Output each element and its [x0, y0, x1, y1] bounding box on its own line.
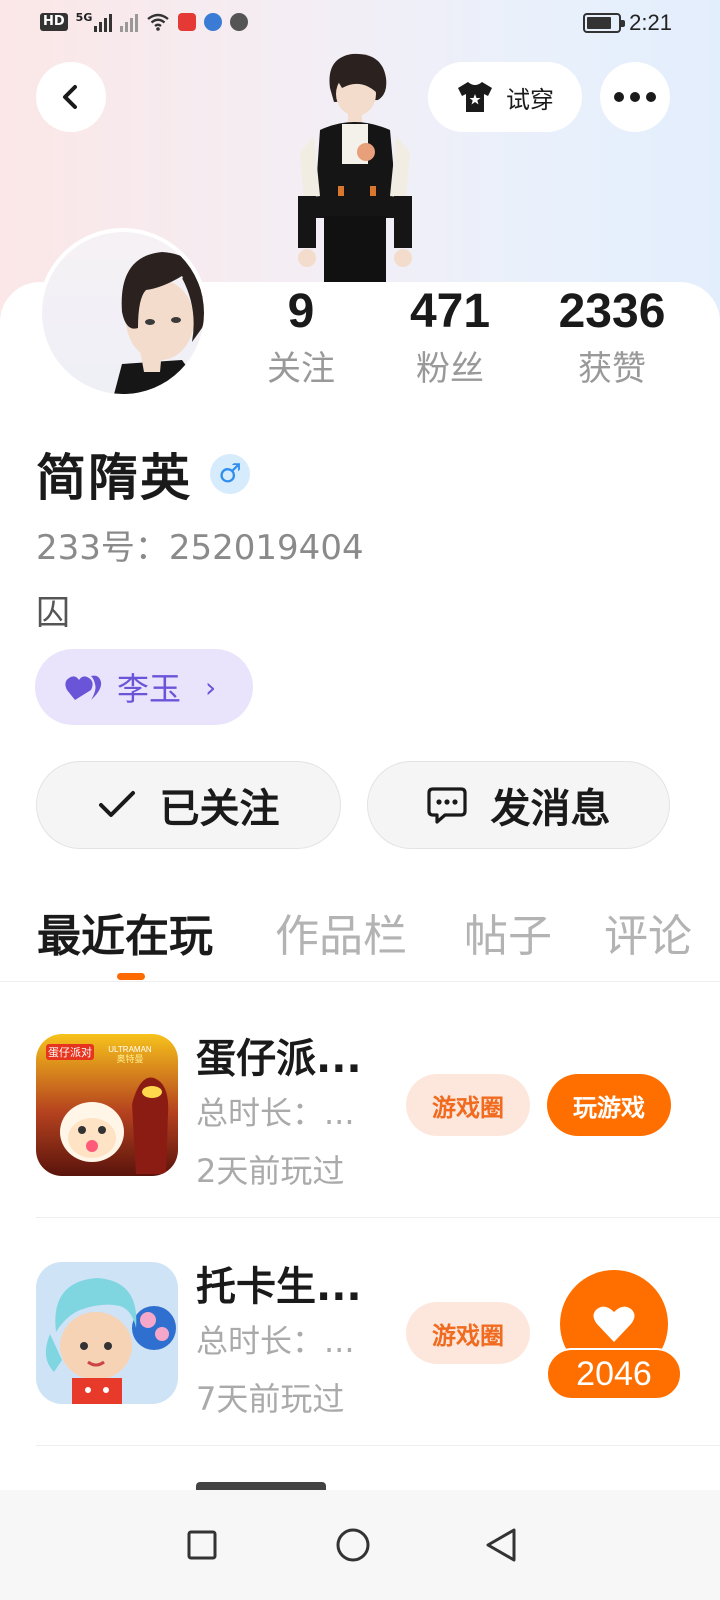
stat-likes[interactable]: 2336 获赞 [537, 282, 687, 396]
game-icon-eggy-party: 蛋仔派对 ULTRAMAN 奥特曼 [36, 1034, 178, 1176]
square-icon [187, 1530, 217, 1560]
signal-secondary-icon [120, 12, 139, 32]
try-on-label: 试穿 [506, 85, 554, 114]
status-bar: HD 5G 2:21 [0, 0, 720, 48]
like-count: 2046 [546, 1348, 682, 1400]
more-dots-icon [614, 92, 656, 102]
floating-like-button[interactable]: 2046 [546, 1270, 682, 1400]
svg-text:奥特曼: 奥特曼 [116, 1053, 143, 1065]
heart-shape [593, 1306, 635, 1342]
app-notification-icon [178, 13, 197, 31]
check-icon [98, 791, 135, 817]
hd-icon: HD [40, 13, 68, 31]
tab-recently-played[interactable]: 最近在玩 [37, 900, 213, 964]
stat-following[interactable]: 9 关注 [226, 282, 376, 396]
system-navigation-bar [0, 1490, 720, 1600]
tab-posts[interactable]: 帖子 [464, 900, 552, 964]
avatar-portrait-image [114, 252, 204, 394]
stat-following-label: 关注 [267, 349, 335, 389]
game-cover-image: 蛋仔派对 ULTRAMAN 奥特曼 [36, 1034, 178, 1176]
home-button[interactable] [318, 1510, 388, 1580]
followed-label: 已关注 [159, 786, 280, 832]
svg-text:蛋仔派对: 蛋仔派对 [48, 1045, 92, 1059]
game-icon-toca-life [36, 1262, 178, 1404]
game-title: 托卡生... [196, 1264, 362, 1310]
stat-likes-value: 2336 [558, 285, 666, 338]
content-tabs: 最近在玩 作品栏 帖子 评论 [0, 900, 720, 982]
stat-followers-label: 粉丝 [416, 349, 484, 389]
relation-name: 李玉 [117, 670, 182, 708]
send-message-button[interactable]: 发消息 [367, 761, 670, 849]
game-total-duration: 总时长：... [196, 1322, 355, 1360]
back-button[interactable] [36, 62, 106, 132]
followed-button[interactable]: 已关注 [36, 761, 341, 849]
game-circle-button[interactable]: 游戏圈 [406, 1074, 530, 1136]
svg-text:ULTRAMAN: ULTRAMAN [108, 1045, 152, 1054]
network-type-label: 5G [75, 10, 93, 24]
play-game-button[interactable]: 玩游戏 [547, 1074, 671, 1136]
status-time: 2:21 [629, 10, 672, 35]
game-cover-image [36, 1262, 178, 1404]
more-options-button[interactable] [600, 62, 670, 132]
chevron-left-icon [63, 85, 77, 109]
chat-bubble-icon [426, 787, 467, 824]
profile-bio: 囚 [36, 593, 70, 633]
status-icons-right: 2:21 [583, 10, 672, 36]
avatar[interactable] [38, 228, 208, 398]
relation-badge[interactable]: 李玉 › [35, 649, 253, 725]
double-heart-icon [65, 675, 102, 700]
triangle-back-icon [486, 1528, 516, 1562]
circle-icon [336, 1528, 370, 1562]
game-circle-button[interactable]: 游戏圈 [406, 1302, 530, 1364]
game-title: 蛋仔派... [196, 1036, 362, 1082]
list-item[interactable]: 蛋仔派对 ULTRAMAN 奥特曼 蛋仔派... 总时长：... 2天前玩过 游… [36, 990, 720, 1218]
profile-uid[interactable]: 233号：252019404 [36, 520, 364, 569]
signal-icon [94, 12, 113, 32]
gender-male-icon: ♂ [210, 454, 250, 494]
active-tab-indicator [117, 973, 145, 980]
game-total-duration: 总时长：... [196, 1094, 355, 1132]
chevron-right-icon: › [205, 670, 217, 704]
audio-notification-icon [230, 13, 249, 31]
stat-followers[interactable]: 471 粉丝 [375, 282, 525, 396]
tab-comments[interactable]: 评论 [604, 900, 692, 964]
stat-following-value: 9 [287, 285, 315, 338]
profile-stats: 9 关注 471 粉丝 2336 获赞 [230, 282, 700, 402]
game-last-played: 2天前玩过 [196, 1152, 345, 1190]
stat-followers-value: 471 [409, 285, 491, 338]
tab-works[interactable]: 作品栏 [275, 900, 407, 964]
try-on-button[interactable]: 试穿 [428, 62, 582, 132]
recent-apps-button[interactable] [167, 1510, 237, 1580]
wifi-icon [147, 13, 170, 31]
browser-notification-icon [204, 13, 223, 31]
profile-name-row: 简隋英 ♂ [36, 438, 250, 510]
tshirt-icon [458, 82, 492, 112]
send-message-label: 发消息 [490, 786, 611, 832]
game-last-played: 7天前玩过 [196, 1380, 345, 1418]
battery-icon [583, 13, 626, 33]
back-nav-button[interactable] [466, 1510, 536, 1580]
stat-likes-label: 获赞 [578, 349, 646, 389]
profile-name: 简隋英 [36, 449, 192, 507]
status-icons-left: HD 5G [40, 10, 249, 32]
avatar-full-body-image [298, 53, 412, 284]
